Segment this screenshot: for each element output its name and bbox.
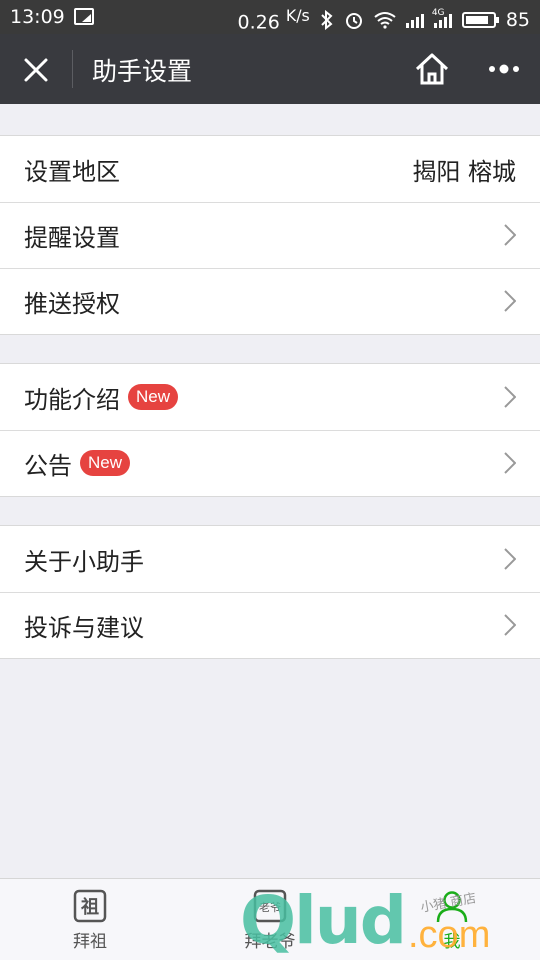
cell-about-assistant[interactable]: 关于小助手 [0,526,540,592]
svg-text:祖: 祖 [80,896,99,918]
cell-announcement[interactable]: 公告 New [0,430,540,496]
cell-label: 提醒设置 [24,223,120,252]
cell-label: 公告 [24,451,72,480]
cell-label: 投诉与建议 [24,613,144,642]
more-icon[interactable] [488,64,520,74]
status-time: 13:09 [10,6,65,28]
cell-push-authorization[interactable]: 推送授权 [0,268,540,334]
cell-feedback[interactable]: 投诉与建议 [0,592,540,658]
settings-group-info: 功能介绍 New 公告 New [0,363,540,497]
chevron-right-icon [504,614,516,636]
close-icon[interactable] [22,56,50,84]
settings-group-region: 设置地区 揭阳 榕城 提醒设置 推送授权 [0,135,540,335]
page-title: 助手设置 [92,57,193,86]
cell-label: 关于小助手 [24,547,144,576]
cell-label: 功能介绍 [24,385,120,414]
nav-divider [72,50,73,88]
home-icon[interactable] [414,52,450,86]
cell-label: 推送授权 [24,289,120,318]
wifi-icon [374,11,396,29]
bluetooth-icon [321,9,333,30]
cell-reminder-settings[interactable]: 提醒设置 [0,202,540,268]
cell-label: 设置地区 [24,157,120,186]
cell-feature-intro[interactable]: 功能介绍 New [0,364,540,430]
battery-level: 85 [505,8,530,31]
watermark-logo: Qlud [240,882,407,959]
new-badge: New [128,384,179,410]
chevron-right-icon [504,224,516,246]
status-bar: 13:09 0.26 K/s 4G 85 [0,0,540,34]
chevron-right-icon [504,452,516,474]
battery-icon [461,11,499,28]
tab-baizu[interactable]: 祖 拜祖 [40,889,140,952]
nav-bar: 助手设置 [0,34,540,104]
alarm-icon [345,12,362,29]
chevron-right-icon [504,548,516,570]
settings-group-about: 关于小助手 投诉与建议 [0,525,540,659]
tab-label: 拜祖 [73,932,107,952]
watermark-domain: .com [408,914,491,956]
chevron-right-icon [504,290,516,312]
region-value: 揭阳 榕城 [412,157,516,186]
new-badge: New [80,450,131,476]
network-speed: 0.26 K/s [237,6,310,34]
chevron-right-icon [504,386,516,408]
ancestor-shrine-icon: 祖 [73,889,107,923]
signal-icon [405,12,424,28]
cell-region[interactable]: 设置地区 揭阳 榕城 [0,136,540,202]
image-notification-icon [74,8,94,25]
signal-4g-icon: 4G [432,8,452,28]
